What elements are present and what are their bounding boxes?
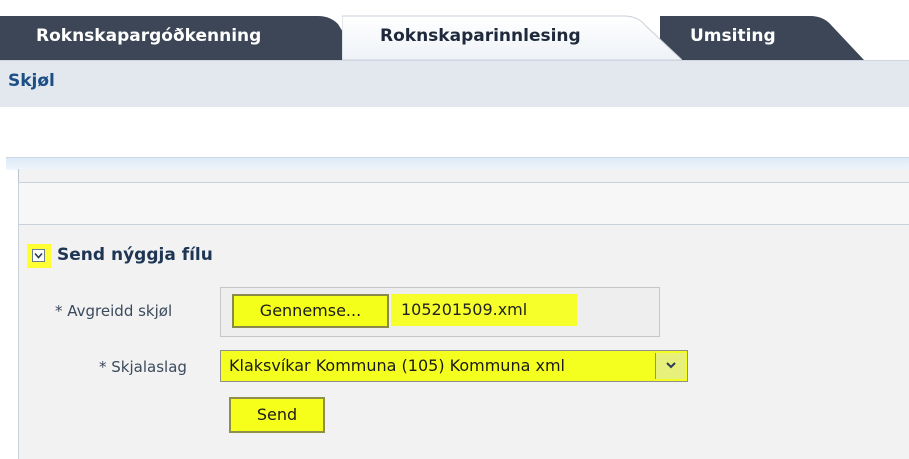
panel-toolbar bbox=[19, 183, 909, 225]
tab-label: Roknskaparinnlesing bbox=[380, 26, 581, 46]
tab-import[interactable]: Umsiting bbox=[660, 14, 870, 60]
document-type-select[interactable]: Klaksvíkar Kommuna (105) Kommuna xml bbox=[220, 350, 688, 382]
tab-approval[interactable]: Roknskapargóðkenning bbox=[0, 14, 360, 60]
tab-label: Roknskapargóðkenning bbox=[36, 26, 262, 46]
required-mark: * bbox=[55, 302, 63, 320]
tab-import-active[interactable]: Roknskaparinnlesing bbox=[342, 14, 682, 60]
chevron-down-icon[interactable] bbox=[27, 244, 51, 268]
dropdown-arrow-icon bbox=[665, 362, 676, 369]
select-value: Klaksvíkar Kommuna (105) Kommuna xml bbox=[229, 356, 565, 375]
send-button[interactable]: Send bbox=[229, 397, 325, 433]
type-label-text: Skjalaslag bbox=[111, 358, 187, 376]
chevron-down-icon[interactable] bbox=[655, 353, 685, 379]
required-mark: * bbox=[99, 358, 107, 376]
chevron-down-icon bbox=[34, 252, 43, 259]
subheader: Skjøl bbox=[0, 60, 909, 107]
file-field-label: * Avgreidd skjøl bbox=[55, 302, 172, 320]
tab-bar: Roknskapargóðkenning Umsiting Roknskapar… bbox=[0, 0, 909, 60]
type-field-label: * Skjalaslag bbox=[99, 358, 187, 376]
tab-label: Umsiting bbox=[690, 26, 776, 46]
disclose-box bbox=[32, 249, 45, 262]
page-title: Skjøl bbox=[8, 71, 55, 91]
browse-button[interactable]: Gennemse... bbox=[232, 294, 389, 328]
file-label-text: Avgreidd skjøl bbox=[67, 302, 173, 320]
file-name-value: 105201509.xml bbox=[391, 294, 577, 326]
section-title: Send nýggja fílu bbox=[57, 245, 213, 265]
